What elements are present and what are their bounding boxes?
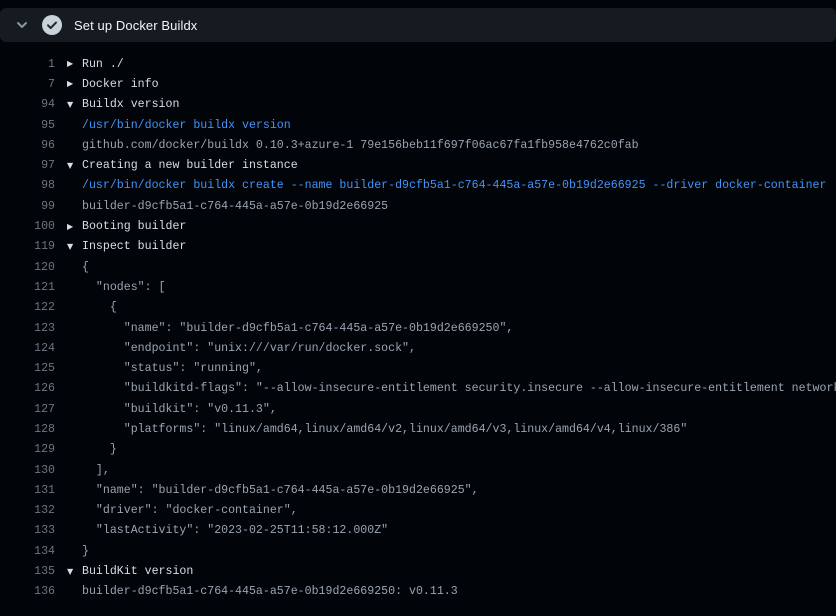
- log-line: 127 "buildkit": "v0.11.3",: [0, 399, 836, 419]
- line-text: "name": "builder-d9cfb5a1-c764-445a-a57e…: [82, 322, 513, 335]
- line-text: Run ./: [82, 58, 124, 71]
- line-number[interactable]: 97: [0, 159, 55, 172]
- line-number[interactable]: 99: [0, 200, 55, 213]
- log-line: 136 builder-d9cfb5a1-c764-445a-a57e-0b19d…: [0, 582, 836, 602]
- log-line: 121 "nodes": [: [0, 277, 836, 297]
- group-collapsed-icon[interactable]: ▶: [55, 60, 82, 68]
- line-number[interactable]: 121: [0, 281, 55, 294]
- line-text: /usr/bin/docker buildx create --name bui…: [82, 179, 826, 192]
- group-collapsed-icon[interactable]: ▶: [55, 80, 82, 88]
- line-number[interactable]: 131: [0, 484, 55, 497]
- log-line: 134}: [0, 541, 836, 561]
- check-circle-icon: [42, 15, 62, 35]
- line-number[interactable]: 123: [0, 322, 55, 335]
- line-number[interactable]: 128: [0, 423, 55, 436]
- log-line: 131 "name": "builder-d9cfb5a1-c764-445a-…: [0, 480, 836, 500]
- log-line: 123 "name": "builder-d9cfb5a1-c764-445a-…: [0, 318, 836, 338]
- log-line: 126 "buildkitd-flags": "--allow-insecure…: [0, 379, 836, 399]
- line-text: {: [82, 301, 117, 314]
- line-number[interactable]: 124: [0, 342, 55, 355]
- log-line: 96 github.com/docker/buildx 0.10.3+azure-…: [0, 135, 836, 155]
- line-number[interactable]: 120: [0, 261, 55, 274]
- line-number[interactable]: 94: [0, 98, 55, 111]
- line-text: "status": "running",: [82, 362, 263, 375]
- line-text: "endpoint": "unix:///var/run/docker.sock…: [82, 342, 416, 355]
- line-text: ],: [82, 464, 110, 477]
- chevron-down-icon[interactable]: [14, 17, 30, 33]
- log-line: 129 }: [0, 440, 836, 460]
- log-group-line[interactable]: 94▼Buildx version: [0, 95, 836, 115]
- line-number[interactable]: 126: [0, 382, 55, 395]
- line-number[interactable]: 100: [0, 220, 55, 233]
- line-text: "buildkit": "v0.11.3",: [82, 403, 277, 416]
- line-number[interactable]: 130: [0, 464, 55, 477]
- line-text: {: [82, 261, 89, 274]
- line-text: builder-d9cfb5a1-c764-445a-a57e-0b19d2e6…: [82, 585, 458, 598]
- log-line: 132 "driver": "docker-container",: [0, 501, 836, 521]
- line-number[interactable]: 122: [0, 301, 55, 314]
- log-group-line[interactable]: 97▼Creating a new builder instance: [0, 155, 836, 175]
- line-number[interactable]: 125: [0, 362, 55, 375]
- group-expanded-icon[interactable]: ▼: [55, 243, 82, 251]
- line-number[interactable]: 135: [0, 565, 55, 578]
- line-text: BuildKit version: [82, 565, 193, 578]
- line-number[interactable]: 136: [0, 585, 55, 598]
- line-number[interactable]: 7: [0, 78, 55, 91]
- line-text: "nodes": [: [82, 281, 166, 294]
- line-text: github.com/docker/buildx 0.10.3+azure-1 …: [82, 139, 639, 152]
- line-text: /usr/bin/docker buildx version: [82, 119, 291, 132]
- line-text: Docker info: [82, 78, 159, 91]
- log-line: 98/usr/bin/docker buildx create --name b…: [0, 176, 836, 196]
- group-expanded-icon[interactable]: ▼: [55, 162, 82, 170]
- line-text: "lastActivity": "2023-02-25T11:58:12.000…: [82, 524, 388, 537]
- line-text: "name": "builder-d9cfb5a1-c764-445a-a57e…: [82, 484, 479, 497]
- log-group-line[interactable]: 1▶Run ./: [0, 54, 836, 74]
- line-number[interactable]: 132: [0, 504, 55, 517]
- log-group-line[interactable]: 100▶Booting builder: [0, 216, 836, 236]
- line-text: }: [82, 545, 89, 558]
- line-number[interactable]: 95: [0, 119, 55, 132]
- log-line: 122 {: [0, 298, 836, 318]
- log-line: 95/usr/bin/docker buildx version: [0, 115, 836, 135]
- line-number[interactable]: 98: [0, 179, 55, 192]
- line-number[interactable]: 134: [0, 545, 55, 558]
- log-line: 130 ],: [0, 460, 836, 480]
- line-text: "platforms": "linux/amd64,linux/amd64/v2…: [82, 423, 687, 436]
- group-collapsed-icon[interactable]: ▶: [55, 223, 82, 231]
- line-text: }: [82, 443, 117, 456]
- group-expanded-icon[interactable]: ▼: [55, 568, 82, 576]
- step-header[interactable]: Set up Docker Buildx: [0, 8, 836, 42]
- line-number[interactable]: 1: [0, 58, 55, 71]
- line-text: builder-d9cfb5a1-c764-445a-a57e-0b19d2e6…: [82, 200, 388, 213]
- line-number[interactable]: 133: [0, 524, 55, 537]
- log-body: 1▶Run ./7▶Docker info94▼Buildx version95…: [0, 42, 836, 616]
- line-number[interactable]: 127: [0, 403, 55, 416]
- line-number[interactable]: 96: [0, 139, 55, 152]
- line-text: Inspect builder: [82, 240, 186, 253]
- line-text: "driver": "docker-container",: [82, 504, 298, 517]
- line-number[interactable]: 129: [0, 443, 55, 456]
- line-text: Creating a new builder instance: [82, 159, 298, 172]
- group-expanded-icon[interactable]: ▼: [55, 101, 82, 109]
- log-line: 120 {: [0, 257, 836, 277]
- line-text: Booting builder: [82, 220, 186, 233]
- log-group-line[interactable]: 119▼Inspect builder: [0, 237, 836, 257]
- log-group-line[interactable]: 135▼BuildKit version: [0, 561, 836, 581]
- log-line: 99 builder-d9cfb5a1-c764-445a-a57e-0b19d2…: [0, 196, 836, 216]
- line-text: Buildx version: [82, 98, 179, 111]
- log-line: 124 "endpoint": "unix:///var/run/docker.…: [0, 338, 836, 358]
- log-group-line[interactable]: 7▶Docker info: [0, 74, 836, 94]
- log-line: 133 "lastActivity": "2023-02-25T11:58:12…: [0, 521, 836, 541]
- log-line: 125 "status": "running",: [0, 358, 836, 378]
- step-title: Set up Docker Buildx: [74, 18, 197, 33]
- line-text: "buildkitd-flags": "--allow-insecure-ent…: [82, 382, 836, 395]
- log-line: 128 "platforms": "linux/amd64,linux/amd6…: [0, 419, 836, 439]
- line-number[interactable]: 119: [0, 240, 55, 253]
